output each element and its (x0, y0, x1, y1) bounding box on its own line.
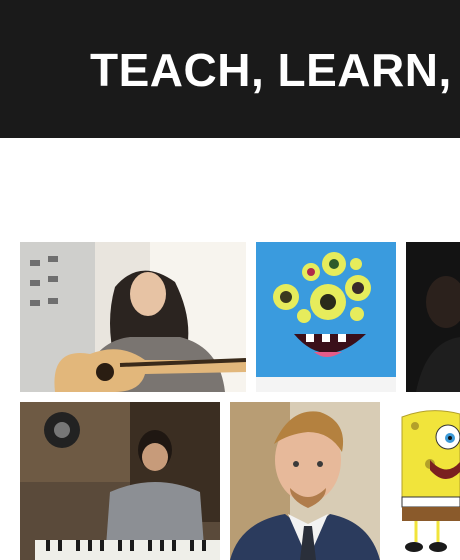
photo-blue-monster[interactable] (256, 242, 396, 392)
header-banner: TEACH, LEARN, (0, 0, 460, 138)
photo-girl-guitar[interactable] (20, 242, 246, 392)
photo-dark-portrait[interactable] (406, 242, 460, 392)
banner-title: TEACH, LEARN, (90, 44, 452, 96)
photo-spongebob[interactable] (390, 402, 460, 560)
photo-keyboard-player[interactable] (20, 402, 220, 560)
photo-man-suit[interactable] (230, 402, 380, 560)
